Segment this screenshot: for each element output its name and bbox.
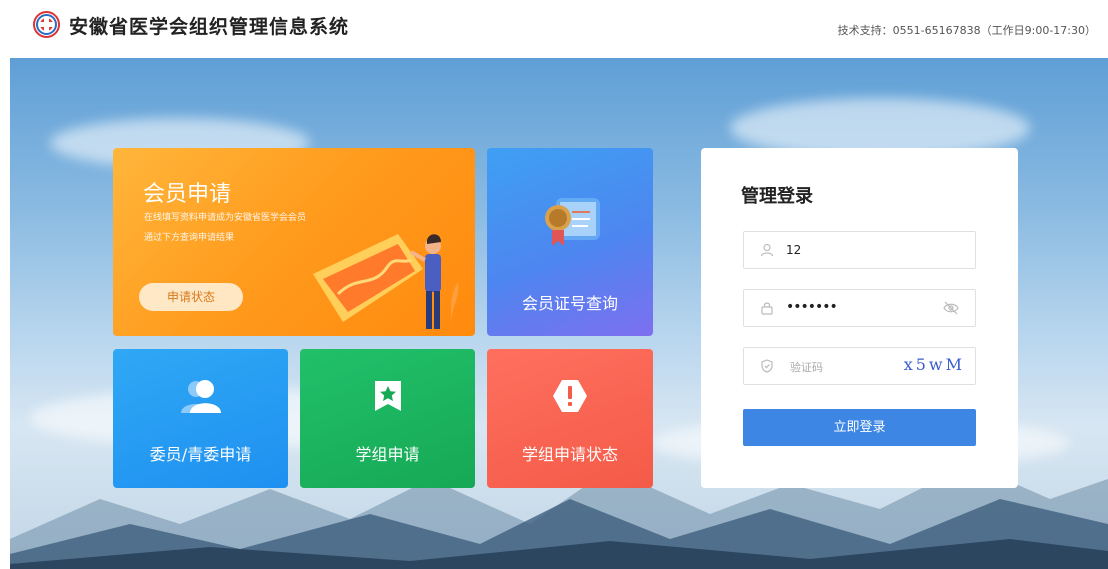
support-contact: 技术支持：0551-65167838（工作日9:00-17:30） <box>837 24 1096 37</box>
star-bookmark-icon <box>374 381 401 411</box>
member-application-hint: 通过下方查询申请结果 <box>144 233 235 243</box>
password-field[interactable]: ••••••• <box>743 289 976 327</box>
login-title: 管理登录 <box>741 186 813 207</box>
login-panel: 管理登录 12 ••••••• 验证码 x5wM 立即登录 <box>701 148 1018 488</box>
lock-icon <box>761 302 773 315</box>
alert-hexagon-icon <box>553 380 587 412</box>
login-submit-button[interactable]: 立即登录 <box>743 409 976 446</box>
users-icon <box>180 380 221 413</box>
member-application-title: 会员申请 <box>143 182 232 207</box>
member-application-desc: 在线填写资料申请成为安徽省医学会会员 <box>144 213 307 223</box>
certificate-query-label: 会员证号查询 <box>521 294 618 313</box>
username-field[interactable]: 12 <box>743 231 976 269</box>
password-value: ••••••• <box>786 299 838 315</box>
username-value: 12 <box>786 243 802 257</box>
group-application-label: 学组申请 <box>355 445 420 464</box>
user-icon <box>760 243 774 257</box>
member-application-tile[interactable]: 会员申请 在线填写资料申请成为安徽省医学会会员 通过下方查询申请结果 申请状态 <box>113 148 475 336</box>
group-application-status-tile[interactable]: 学组申请状态 <box>487 349 653 488</box>
site-header: 安徽省医学会组织管理信息系统 技术支持：0551-65167838（工作日9:0… <box>0 0 1108 58</box>
group-application-status-label: 学组申请状态 <box>521 445 618 464</box>
certificate-query-tile[interactable]: 会员证号查询 <box>487 148 653 336</box>
person-chart-illustration <box>313 234 459 329</box>
application-status-button[interactable]: 申请状态 <box>139 283 243 311</box>
captcha-placeholder: 验证码 <box>790 361 823 374</box>
captcha-image[interactable]: x5wM <box>904 355 965 374</box>
group-application-tile[interactable]: 学组申请 <box>300 349 475 488</box>
shield-icon <box>761 359 773 373</box>
site-title: 安徽省医学会组织管理信息系统 <box>69 16 350 38</box>
captcha-field[interactable]: 验证码 x5wM <box>743 347 976 385</box>
committee-application-label: 委员/青委申请 <box>149 445 252 464</box>
eye-off-icon[interactable] <box>943 301 959 315</box>
committee-application-tile[interactable]: 委员/青委申请 <box>113 349 288 488</box>
certificate-scroll-icon <box>545 198 600 246</box>
association-logo-icon <box>33 11 60 38</box>
